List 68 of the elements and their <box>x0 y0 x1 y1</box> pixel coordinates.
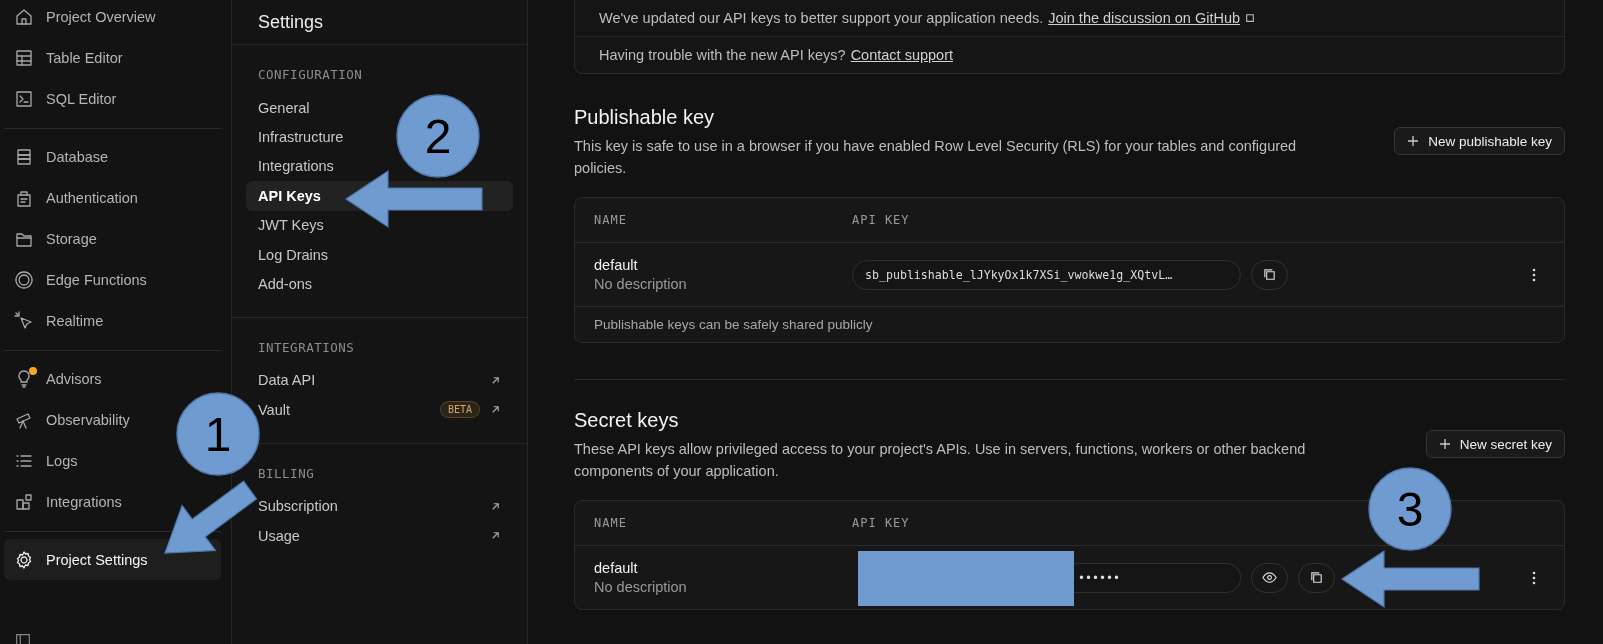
plus-icon <box>1438 438 1451 450</box>
settings-item[interactable]: General <box>258 93 322 123</box>
copy-icon <box>1262 267 1277 282</box>
settings-item[interactable]: Vault BETA <box>258 395 513 425</box>
settings-item[interactable]: Integrations <box>258 151 346 182</box>
sidebar-item[interactable]: Project Overview <box>4 0 166 37</box>
sidebar-item[interactable]: Edge Functions <box>4 259 157 300</box>
plus-icon <box>1407 135 1420 147</box>
sidebar-item[interactable]: Logs <box>4 440 88 481</box>
sidebar-item[interactable]: SQL Editor <box>4 78 127 119</box>
notice-text: We've updated our API keys to better support your application needs. <box>599 10 1044 26</box>
column-header: API KEY <box>852 516 910 530</box>
copy-icon <box>1309 570 1324 585</box>
notice-link[interactable]: Contact support <box>850 47 953 63</box>
section-description: These API keys allow privileged access to your project's APIs. Use in servers, functions, workers or other backend components of your application. <box>574 440 1307 481</box>
panel-title: Settings <box>232 0 527 45</box>
more-icon[interactable] <box>1532 570 1536 585</box>
section-heading: CONFIGURATION <box>257 67 364 84</box>
settings-item[interactable]: JWT Keys <box>258 210 336 240</box>
notice-text: Having trouble with the new API keys? <box>599 47 846 63</box>
blocks-icon <box>14 491 34 512</box>
settings-item[interactable]: Infrastructure <box>258 122 356 152</box>
key-name: default <box>594 560 639 576</box>
new-key-button[interactable]: New secret key <box>1425 430 1565 458</box>
beta-badge: BETA <box>439 401 480 419</box>
sidebar-item[interactable]: Realtime <box>4 300 114 341</box>
settings-item[interactable]: Subscription <box>258 491 513 521</box>
api-key-field[interactable]: sb_publishable_lJYkyOx1k7XSi_vwokwe1g_XQtvL… <box>852 259 1241 290</box>
cursor-icon <box>14 310 34 331</box>
terminal-icon <box>14 88 34 109</box>
section-title: Publishable key <box>574 106 716 129</box>
database-icon <box>14 146 34 167</box>
key-description: No description <box>594 276 688 292</box>
key-name: default <box>594 257 639 273</box>
sidebar-item[interactable]: Integrations <box>4 481 132 522</box>
sidebar-item[interactable]: Authentication <box>4 177 148 218</box>
sidebar-item[interactable]: Observability <box>4 399 140 440</box>
column-header: NAME <box>594 516 628 530</box>
settings-icon <box>14 549 34 570</box>
copy-button[interactable] <box>1251 259 1288 290</box>
copy-button[interactable] <box>1298 562 1335 593</box>
sidebar-item[interactable]: Project Settings <box>4 539 221 580</box>
settings-item[interactable]: Data API <box>258 365 513 396</box>
table-icon <box>14 47 34 68</box>
step-marker: 3 <box>1368 467 1452 551</box>
api-key-field[interactable]: •••••• <box>1074 562 1241 593</box>
settings-item[interactable]: Log Drains <box>258 239 341 270</box>
section-title: Secret keys <box>574 409 680 432</box>
settings-item[interactable]: Add-ons <box>258 269 324 299</box>
section-heading: BILLING <box>257 465 316 483</box>
sidebar-item[interactable]: Table Editor <box>4 37 133 78</box>
new-key-button[interactable]: New publishable key <box>1394 127 1565 155</box>
ring-icon <box>14 269 34 290</box>
eye-icon <box>1262 570 1277 585</box>
sidebar-item[interactable]: Database <box>4 136 119 177</box>
sidebar-item[interactable]: Storage <box>4 218 107 259</box>
notice-link[interactable]: Join the discussion on GitHub <box>1048 10 1241 26</box>
step-marker: 2 <box>396 94 480 178</box>
more-icon[interactable] <box>1532 267 1536 282</box>
key-description: No description <box>594 579 688 595</box>
sidebar-item[interactable]: Advisors <box>4 358 112 399</box>
section-description: This key is safe to use in a browser if you have enabled Row Level Security (RLS) for your tables and configured policies. <box>574 137 1298 178</box>
reveal-button[interactable] <box>1251 562 1288 593</box>
section-heading: INTEGRATIONS <box>257 339 356 357</box>
settings-item[interactable]: Usage <box>258 520 513 551</box>
table-footer-text: Publishable keys can be safely shared publicly <box>575 306 1564 342</box>
column-header: API KEY <box>852 213 910 227</box>
column-header: NAME <box>594 213 628 227</box>
